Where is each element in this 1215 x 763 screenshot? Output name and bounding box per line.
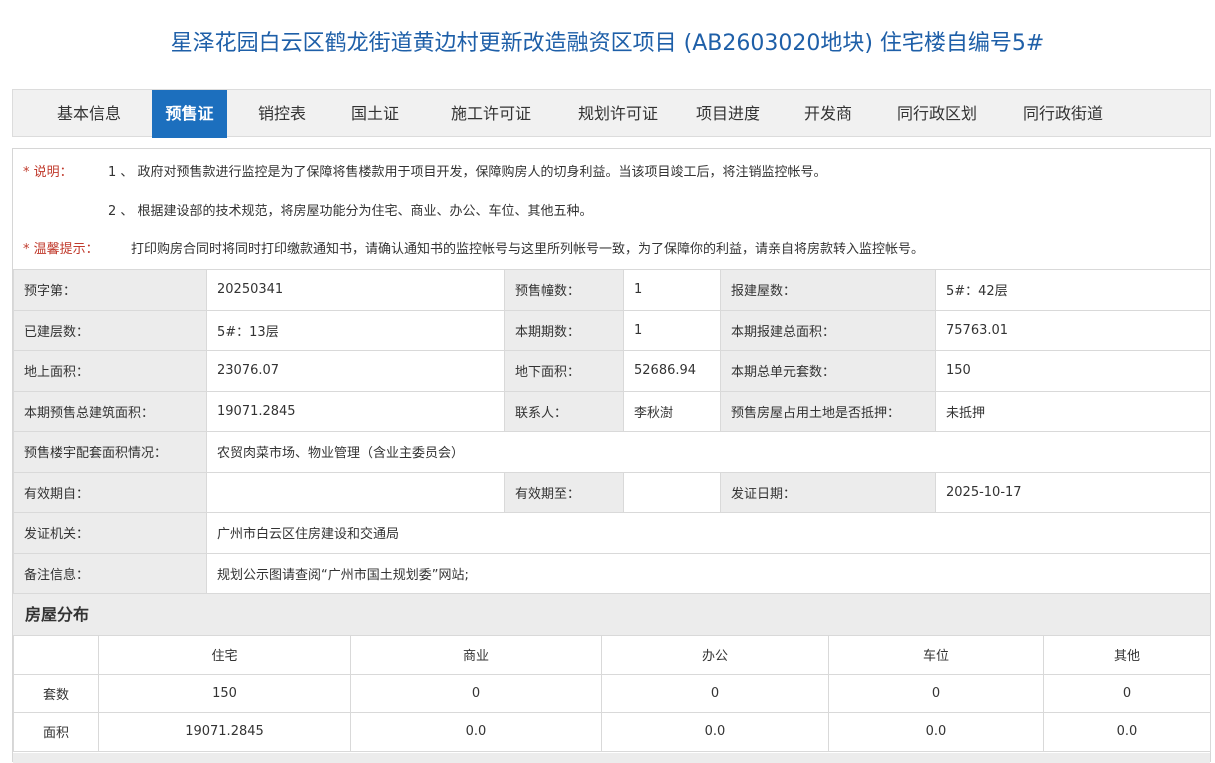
distribution-heading: 房屋分布 — [13, 593, 1210, 635]
table-row: 已建层数： 5#：13层 本期期数： 1 本期报建总面积： 75763.01 — [13, 309, 1211, 351]
header-corner — [13, 635, 99, 675]
tip-label: * 温馨提示： — [23, 242, 99, 257]
presale-buildings-value: 1 — [623, 269, 721, 311]
phase-number-label: 本期期数： — [504, 309, 624, 351]
area-other: 0.0 — [1043, 712, 1211, 752]
issuing-authority-label: 发证机关： — [13, 512, 207, 554]
remarks-value: 规划公示图请查阅“广州市国土规划委”网站; — [206, 552, 1211, 594]
row-label-units: 套数 — [13, 673, 99, 713]
presale-number-label: 预字第： — [13, 269, 207, 311]
tab-basic-info[interactable]: 基本信息 — [39, 90, 139, 138]
units-office: 0 — [601, 673, 829, 713]
header-residential: 住宅 — [98, 635, 351, 675]
row-label-area: 面积 — [13, 712, 99, 752]
underground-area-value: 52686.94 — [623, 350, 721, 392]
table-row: 面积 19071.2845 0.0 0.0 0.0 0.0 — [13, 712, 1211, 752]
note-1: 1 、 政府对预售款进行监控是为了保障将售楼款用于项目开发，保障购房人的切身利益… — [108, 165, 827, 180]
tab-sales-control[interactable]: 销控表 — [241, 90, 323, 138]
contact-label: 联系人： — [504, 390, 624, 432]
total-units-label: 本期总单元套数： — [720, 350, 936, 392]
built-floors-value: 5#：13层 — [206, 309, 505, 351]
area-parking: 0.0 — [828, 712, 1044, 752]
land-mortgage-label: 预售房屋占用土地是否抵押： — [720, 390, 936, 432]
total-reported-area-value: 75763.01 — [935, 309, 1211, 351]
issue-date-label: 发证日期： — [720, 471, 936, 513]
table-row: 预售楼宇配套面积情况： 农贸肉菜市场、物业管理（含业主委员会） — [13, 431, 1211, 473]
table-row: 地上面积： 23076.07 地下面积： 52686.94 本期总单元套数： 1… — [13, 350, 1211, 392]
table-row: 预字第： 20250341 预售幢数： 1 报建屋数： 5#：42层 — [13, 269, 1211, 311]
presale-total-area-value: 19071.2845 — [206, 390, 505, 432]
valid-to-label: 有效期至： — [504, 471, 624, 513]
units-parking: 0 — [828, 673, 1044, 713]
tab-project-progress[interactable]: 项目进度 — [686, 90, 770, 138]
area-commercial: 0.0 — [350, 712, 602, 752]
phase-number-value: 1 — [623, 309, 721, 351]
tab-same-district[interactable]: 同行政区划 — [885, 90, 989, 138]
header-office: 办公 — [601, 635, 829, 675]
contact-value: 李秋澍 — [623, 390, 721, 432]
table-row: 本期预售总建筑面积： 19071.2845 联系人： 李秋澍 预售房屋占用土地是… — [13, 390, 1211, 432]
units-commercial: 0 — [350, 673, 602, 713]
above-ground-area-label: 地上面积： — [13, 350, 207, 392]
built-floors-label: 已建层数： — [13, 309, 207, 351]
area-residential: 19071.2845 — [98, 712, 351, 752]
total-units-value: 150 — [935, 350, 1211, 392]
area-office: 0.0 — [601, 712, 829, 752]
tab-bar: 基本信息 预售证 销控表 国土证 施工许可证 规划许可证 项目进度 开发商 同行… — [12, 89, 1211, 138]
issuing-authority-value: 广州市白云区住房建设和交通局 — [206, 512, 1211, 554]
presale-number-value: 20250341 — [206, 269, 505, 311]
units-other: 0 — [1043, 673, 1211, 713]
valid-from-value — [206, 471, 505, 513]
notes-section: * 说明： 1 、 政府对预售款进行监控是为了保障将售楼款用于项目开发，保障购房… — [13, 149, 1210, 269]
presale-permit-panel: * 说明： 1 、 政府对预售款进行监控是为了保障将售楼款用于项目开发，保障购房… — [12, 148, 1211, 763]
presale-info-table: 预字第： 20250341 预售幢数： 1 报建屋数： 5#：42层 已建层数：… — [13, 269, 1211, 594]
table-row: 备注信息： 规划公示图请查阅“广州市国土规划委”网站; — [13, 552, 1211, 594]
reported-floors-label: 报建屋数： — [720, 269, 936, 311]
header-parking: 车位 — [828, 635, 1044, 675]
table-row: 发证机关： 广州市白云区住房建设和交通局 — [13, 512, 1211, 554]
tab-planning-permit[interactable]: 规划许可证 — [558, 90, 678, 138]
tip-text: 打印购房合同时将同时打印缴款通知书，请确认通知书的监控帐号与这里所列帐号一致，为… — [131, 242, 925, 257]
presale-total-area-label: 本期预售总建筑面积： — [13, 390, 207, 432]
units-residential: 150 — [98, 673, 351, 713]
distribution-table: 住宅 商业 办公 车位 其他 套数 150 0 0 0 0 面积 19071.2… — [13, 635, 1211, 752]
tab-land-certificate[interactable]: 国土证 — [335, 90, 415, 138]
underground-area-label: 地下面积： — [504, 350, 624, 392]
above-ground-area-value: 23076.07 — [206, 350, 505, 392]
reported-floors-value: 5#：42层 — [935, 269, 1211, 311]
tab-developer[interactable]: 开发商 — [791, 90, 865, 138]
table-header-row: 住宅 商业 办公 车位 其他 — [13, 635, 1211, 675]
total-reported-area-label: 本期报建总面积： — [720, 309, 936, 351]
supporting-area-value: 农贸肉菜市场、物业管理（含业主委员会） — [206, 431, 1211, 473]
land-mortgage-value: 未抵押 — [935, 390, 1211, 432]
tab-same-street[interactable]: 同行政街道 — [1011, 90, 1115, 138]
issue-date-value: 2025-10-17 — [935, 471, 1211, 513]
header-other: 其他 — [1043, 635, 1211, 675]
presale-buildings-label: 预售幢数： — [504, 269, 624, 311]
header-commercial: 商业 — [350, 635, 602, 675]
table-row: 有效期自： 有效期至： 发证日期： 2025-10-17 — [13, 471, 1211, 513]
valid-from-label: 有效期自： — [13, 471, 207, 513]
page-title: 星泽花园白云区鹤龙街道黄边村更新改造融资区项目 (AB2603020地块) 住宅… — [170, 31, 1045, 56]
supporting-area-label: 预售楼宇配套面积情况： — [13, 431, 207, 473]
tab-presale-permit[interactable]: 预售证 — [152, 90, 227, 138]
note-label: * 说明： — [23, 165, 73, 180]
tab-construction-permit[interactable]: 施工许可证 — [431, 90, 551, 138]
valid-to-value — [623, 471, 721, 513]
table-row: 套数 150 0 0 0 0 — [13, 673, 1211, 713]
note-2: 2 、 根据建设部的技术规范，将房屋功能分为住宅、商业、办公、车位、其他五种。 — [108, 204, 593, 219]
remarks-label: 备注信息： — [13, 552, 207, 594]
